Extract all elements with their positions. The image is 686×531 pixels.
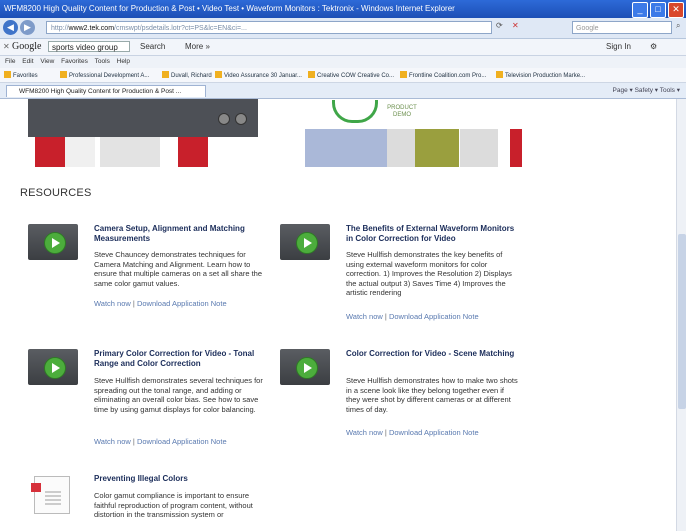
color-block	[305, 129, 387, 167]
watch-now-link[interactable]: Watch now	[346, 312, 383, 321]
play-icon[interactable]	[296, 357, 318, 379]
play-icon[interactable]	[296, 232, 318, 254]
resource-description: Steve Hullfish demonstrates several tech…	[94, 376, 263, 414]
download-app-note-link[interactable]: Download Application Note	[137, 299, 227, 308]
page-icon	[60, 71, 67, 78]
google-logo: Google	[12, 41, 42, 52]
minimize-icon[interactable]: _	[632, 2, 648, 18]
waveform-monitor-image	[28, 99, 258, 137]
page-icon	[162, 71, 169, 78]
favorite-link[interactable]: Television Production Marke...	[496, 71, 585, 79]
download-app-note-link[interactable]: Download Application Note	[389, 428, 479, 437]
window-controls: _ □ ✕	[632, 2, 684, 18]
google-search-input[interactable]: sports video group	[48, 41, 130, 52]
resource-title[interactable]: The Benefits of External Waveform Monito…	[346, 224, 516, 244]
menu-view[interactable]: View	[40, 56, 54, 68]
menu-favorites[interactable]: Favorites	[61, 56, 88, 68]
menu-file[interactable]: File	[5, 56, 15, 68]
window-title-bar: WFM8200 High Quality Content for Product…	[0, 0, 686, 18]
resource-title[interactable]: Preventing Illegal Colors	[94, 474, 264, 484]
menu-edit[interactable]: Edit	[22, 56, 33, 68]
resource-title[interactable]: Camera Setup, Alignment and Matching Mea…	[94, 224, 264, 244]
resource-description: Steve Hullfish demonstrates how to make …	[346, 376, 518, 414]
google-search-button[interactable]: Search	[140, 42, 165, 51]
video-thumbnail[interactable]	[280, 349, 330, 385]
close-toolbar-icon[interactable]: ✕	[3, 42, 10, 51]
watch-now-link[interactable]: Watch now	[94, 299, 131, 308]
page-icon	[215, 71, 222, 78]
resource-links: Watch now | Download Application Note	[346, 312, 479, 321]
url-input[interactable]: http://www2.tek.com/cmswpt/psdetails.lot…	[46, 21, 492, 34]
color-block	[510, 129, 522, 167]
page-icon	[308, 71, 315, 78]
play-icon[interactable]	[44, 357, 66, 379]
command-bar[interactable]: Page ▾ Safety ▾ Tools ▾	[613, 86, 680, 94]
tab-bar: WFM8200 High Quality Content for Product…	[0, 83, 686, 99]
maximize-icon[interactable]: □	[650, 2, 666, 18]
color-block	[100, 137, 160, 167]
color-block	[460, 129, 498, 167]
resource-description: Color gamut compliance is important to e…	[94, 491, 253, 519]
resource-links: Watch now | Download Application Note	[94, 299, 227, 308]
knob-icon	[235, 113, 247, 125]
favorite-link[interactable]: Creative COW Creative Co...	[308, 71, 394, 79]
stop-icon[interactable]: ✕	[512, 21, 519, 30]
search-icon[interactable]: ⌕	[676, 21, 680, 31]
play-icon[interactable]	[44, 232, 66, 254]
color-block	[415, 129, 459, 167]
favorite-link[interactable]: Duvall, Richard	[162, 71, 212, 79]
menu-help[interactable]: Help	[117, 56, 130, 68]
color-block	[178, 137, 208, 167]
resources-heading: RESOURCES	[20, 187, 92, 199]
pdf-document-icon[interactable]	[31, 476, 70, 514]
favorites-bar: Favorites Professional Development A... …	[0, 68, 686, 83]
video-thumbnail[interactable]	[280, 224, 330, 260]
active-tab[interactable]: WFM8200 High Quality Content for Product…	[6, 85, 206, 97]
video-thumbnail[interactable]	[28, 224, 78, 260]
more-button[interactable]: More »	[185, 42, 210, 51]
page-icon	[400, 71, 407, 78]
product-demo-label[interactable]: PRODUCT DEMO	[372, 105, 432, 119]
address-bar: ◀ ▶ http://www2.tek.com/cmswpt/psdetails…	[0, 18, 686, 39]
resource-title[interactable]: Color Correction for Video - Scene Match…	[346, 349, 516, 359]
menu-bar: File Edit View Favorites Tools Help	[0, 56, 686, 68]
menu-tools[interactable]: Tools	[95, 56, 110, 68]
watch-now-link[interactable]: Watch now	[346, 428, 383, 437]
google-toolbar: ✕ Google sports video group Search More …	[0, 39, 686, 56]
download-app-note-link[interactable]: Download Application Note	[137, 437, 227, 446]
favorite-link[interactable]: Video Assurance 30 Januar...	[215, 71, 302, 79]
scrollbar-thumb[interactable]	[678, 234, 686, 409]
refresh-icon[interactable]: ⟳	[496, 21, 503, 30]
color-block	[387, 129, 415, 167]
vertical-scrollbar[interactable]	[676, 99, 686, 531]
resource-description: Steve Hullfish demonstrates the key bene…	[346, 250, 512, 297]
sign-in-button[interactable]: Sign In	[606, 42, 631, 51]
resource-links: Watch now | Download Application Note	[346, 428, 479, 437]
resource-description: Steve Chauncey demonstrates techniques f…	[94, 250, 263, 288]
star-icon	[4, 71, 11, 78]
favorite-link[interactable]: Professional Development A...	[60, 71, 149, 79]
back-icon[interactable]: ◀	[3, 20, 18, 35]
favorite-link[interactable]: Frontline Coalition.com Pro...	[400, 71, 486, 79]
video-thumbnail[interactable]	[28, 349, 78, 385]
resource-title[interactable]: Primary Color Correction for Video - Ton…	[94, 349, 264, 369]
close-icon[interactable]: ✕	[668, 2, 684, 18]
forward-icon[interactable]: ▶	[20, 20, 35, 35]
page-content: PRODUCT DEMO RESOURCES Camera Setup, Alig…	[0, 99, 676, 531]
live-search-input[interactable]: Google	[572, 21, 672, 34]
color-block	[65, 137, 95, 167]
knob-icon	[218, 113, 230, 125]
favorites-button[interactable]: Favorites	[4, 71, 38, 79]
color-block	[35, 137, 65, 167]
window-title: WFM8200 High Quality Content for Product…	[4, 4, 455, 13]
resource-links: Watch now | Download Application Note	[94, 437, 227, 446]
download-app-note-link[interactable]: Download Application Note	[389, 312, 479, 321]
settings-icon[interactable]: ⚙	[650, 42, 657, 51]
page-icon	[496, 71, 503, 78]
watch-now-link[interactable]: Watch now	[94, 437, 131, 446]
